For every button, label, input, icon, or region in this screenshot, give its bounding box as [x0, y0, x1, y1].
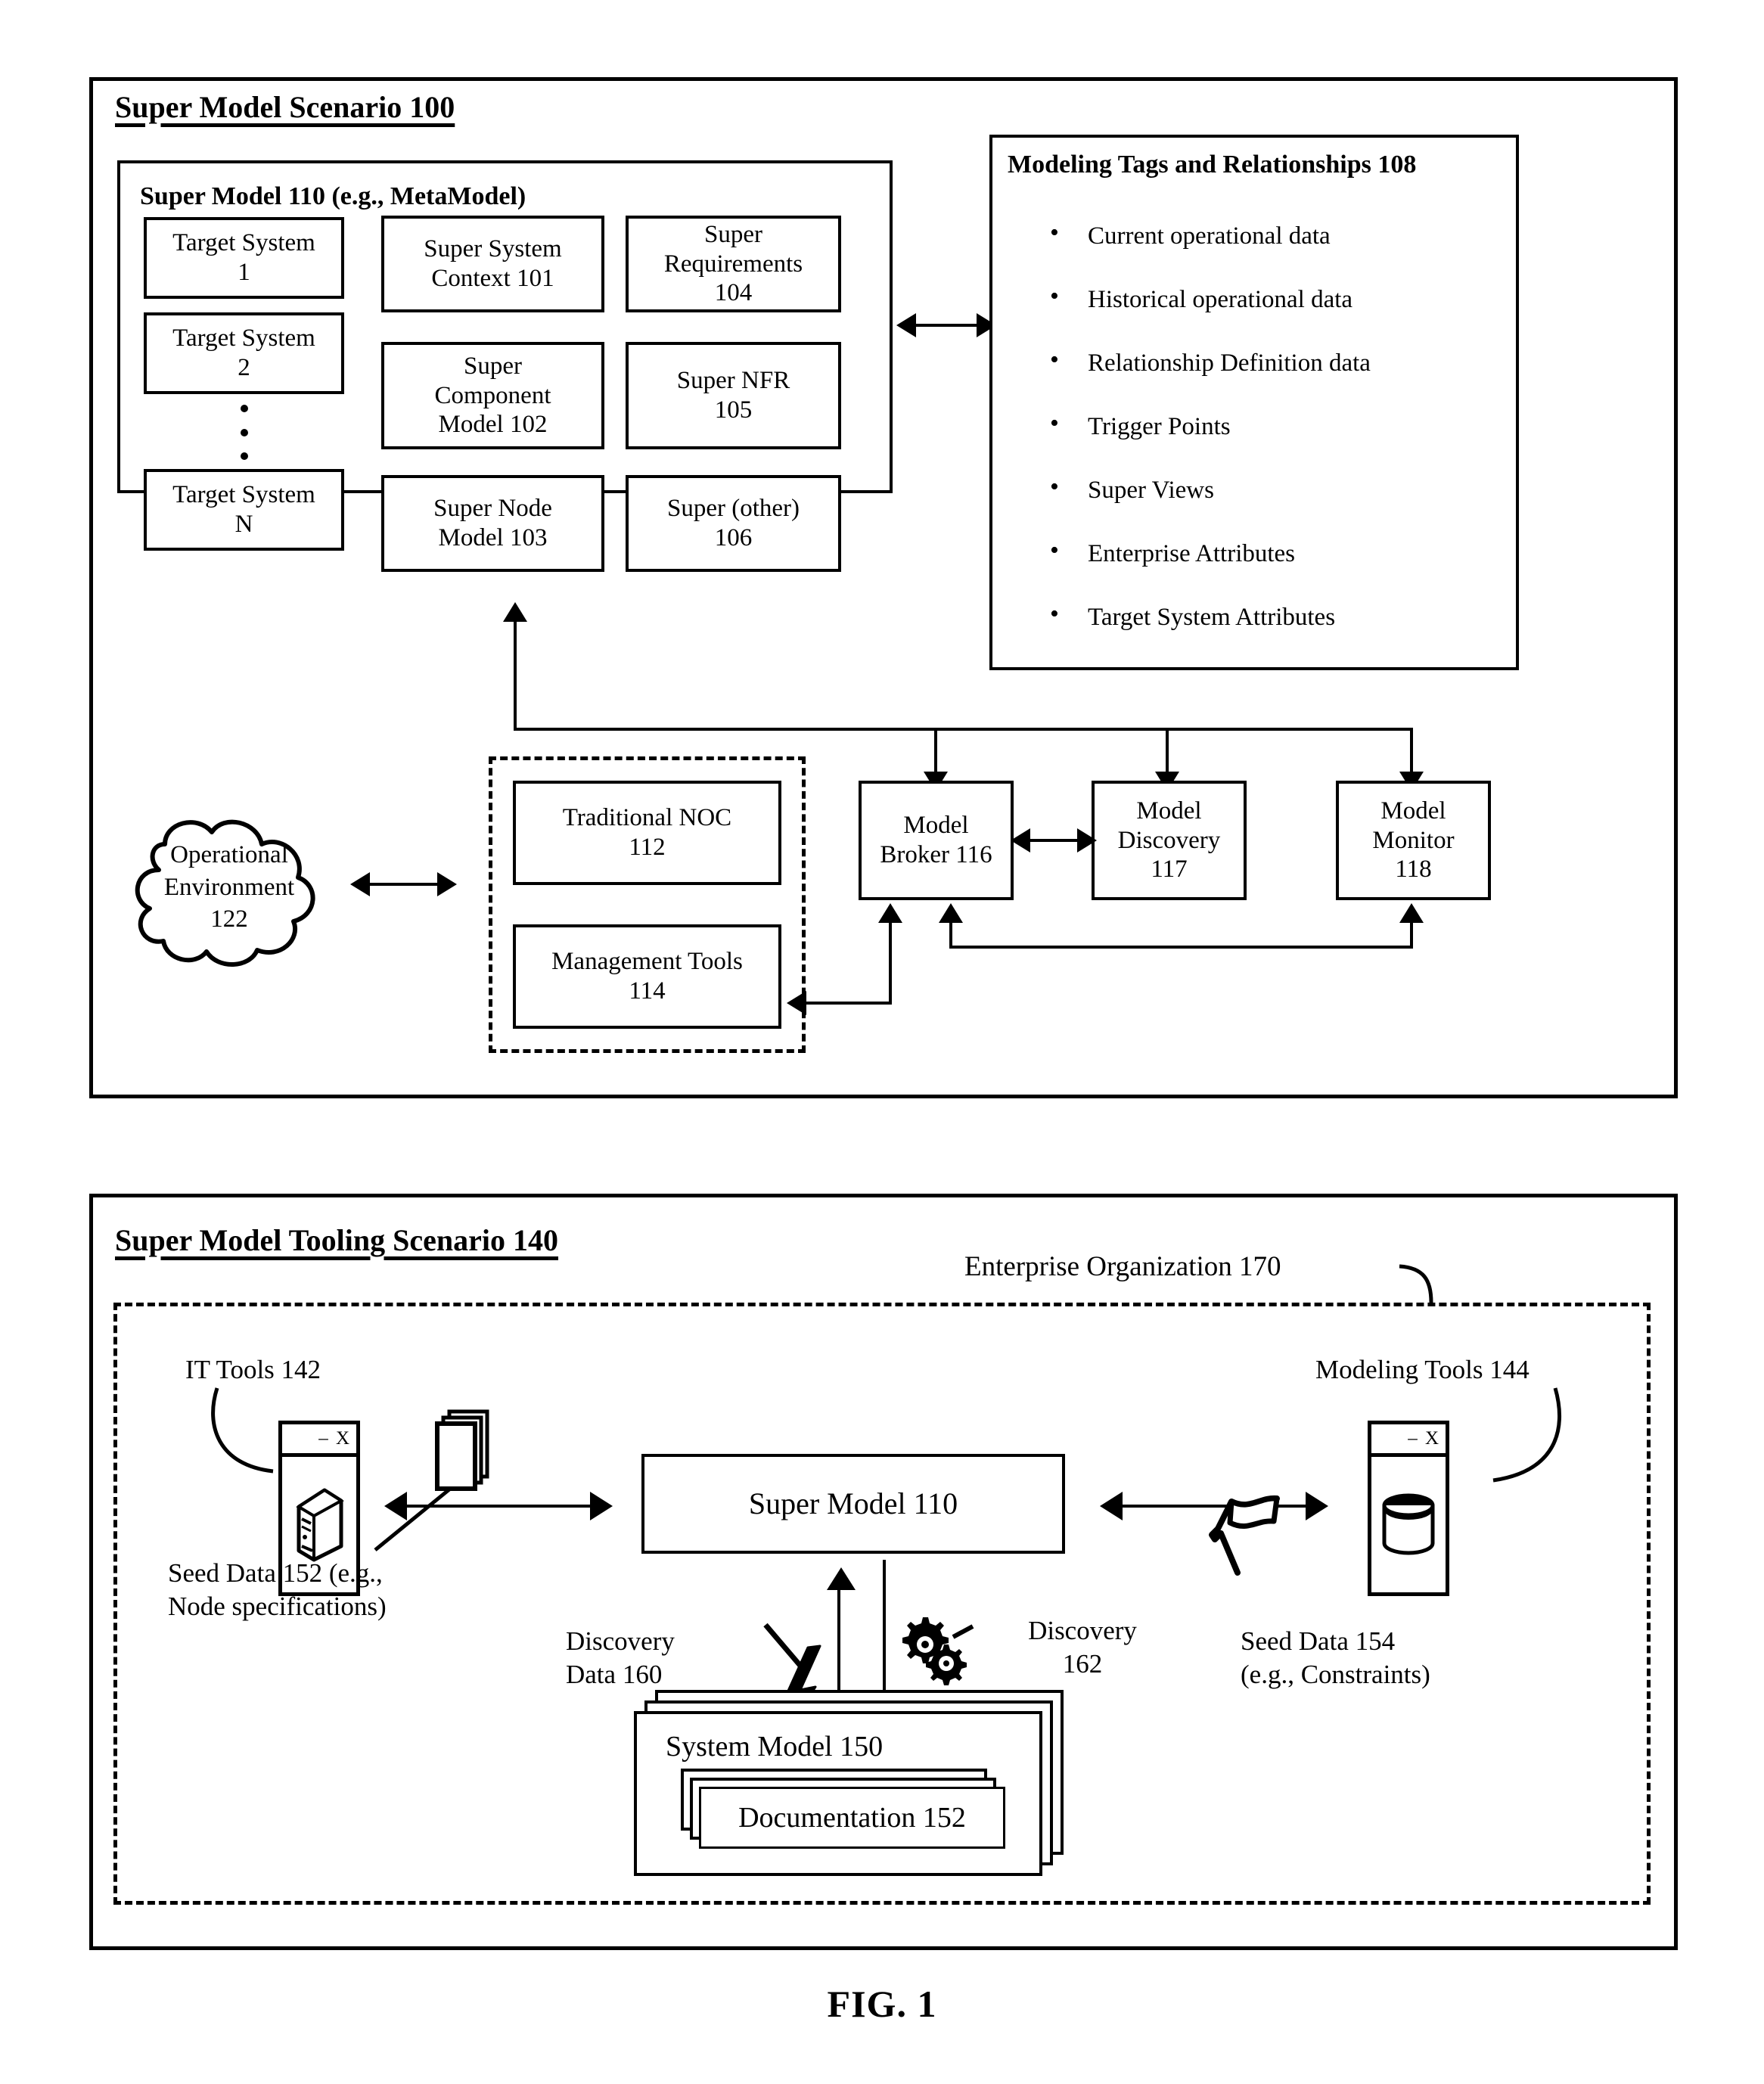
supermodel-modelingtools-arrow-left: [1100, 1492, 1123, 1520]
monitor-feedback-bus: [949, 946, 1413, 949]
super-system-context-101-box: Super System Context 101: [381, 216, 604, 312]
model-discovery-117-box: Model Discovery 117: [1092, 781, 1247, 900]
service-bus-horizontal: [514, 728, 1413, 731]
broker-to-mgmt-bus: [804, 1002, 890, 1005]
modeling-tools-144-label: Modeling Tools 144: [1315, 1355, 1530, 1384]
broker-to-mgmt-riser: [889, 921, 892, 1005]
operational-environment-label: Operational Environment 122: [163, 840, 295, 933]
supermodel-tags-arrow-left: [896, 313, 916, 337]
cloud-tools-arrow-left: [350, 872, 370, 896]
it-tools-window-controls: – X: [282, 1424, 356, 1457]
modeling-tools-window-controls: – X: [1371, 1424, 1446, 1457]
flag-icon: [1209, 1495, 1280, 1576]
super-component-model-102-box: Super Component Model 102: [381, 342, 604, 449]
discovery-162-label: Discovery 162: [1028, 1616, 1137, 1679]
modeling-tag-item: Current operational data: [1044, 220, 1505, 249]
super-model-110-title: Super Model 110 (e.g., MetaModel): [140, 182, 526, 210]
system-model-to-supermodel-arrow: [827, 1567, 856, 1590]
super-requirements-104-box: Super Requirements 104: [626, 216, 841, 312]
model-broker-116-box: Model Broker 116: [859, 781, 1014, 900]
super-nfr-105-box: Super NFR 105: [626, 342, 841, 449]
enterprise-organization-leader-line: [1399, 1264, 1433, 1303]
modeling-tags-title: Modeling Tags and Relationships 108: [1008, 151, 1417, 179]
modeling-tag-item: Relationship Definition data: [1044, 347, 1505, 376]
gears-icon: [902, 1617, 974, 1685]
modeling-tools-leader-line: [1492, 1387, 1561, 1483]
seed-data-154-label: Seed Data 154 (e.g., Constraints): [1241, 1626, 1430, 1689]
modeling-tag-item: Enterprise Attributes: [1044, 538, 1505, 567]
broker-discovery-arrow-left: [1011, 828, 1030, 853]
target-system-1-box: Target System 1: [144, 217, 344, 299]
super-model-110-box: Super Model 110: [641, 1454, 1065, 1554]
modeling-tag-item: Trigger Points: [1044, 411, 1505, 439]
broker-to-mgmt-arrow-left: [787, 991, 806, 1015]
supermodel-tags-connector: [910, 324, 983, 327]
broker-discovery-arrow-right: [1077, 828, 1097, 853]
modeling-tag-item: Historical operational data: [1044, 284, 1505, 312]
broker-feedback-arrow-up: [939, 903, 963, 923]
model-monitor-118-box: Model Monitor 118: [1336, 781, 1491, 900]
figure-caption: FIG. 1: [827, 1983, 937, 2025]
modeling-tools-window-icon: – X: [1368, 1421, 1449, 1596]
scenario-140-title: Super Model Tooling Scenario 140: [115, 1223, 559, 1257]
bus-riser-to-supermodel: [514, 620, 517, 730]
monitor-feedback-up-right: [1410, 921, 1413, 949]
database-cylinder-icon: [1371, 1457, 1446, 1592]
bus-riser-arrow-up: [503, 602, 527, 622]
monitor-feedback-arrow-up: [1399, 903, 1424, 923]
bus-drop-discovery: [1166, 728, 1169, 775]
traditional-noc-112-box: Traditional NOC 112: [513, 781, 781, 885]
bus-drop-broker: [934, 728, 937, 775]
modeling-tag-item: Super Views: [1044, 474, 1505, 503]
cloud-tools-connector: [364, 883, 443, 886]
documentation-152-box: Documentation 152: [699, 1787, 1005, 1849]
management-tools-114-box: Management Tools 114: [513, 924, 781, 1029]
super-other-106-box: Super (other) 106: [626, 475, 841, 572]
super-node-model-103-box: Super Node Model 103: [381, 475, 604, 572]
broker-discovery-connector: [1023, 839, 1083, 842]
seed-data-152-label: Seed Data 152 (e.g., Node specifications…: [168, 1558, 387, 1621]
supermodel-modelingtools-arrow-right: [1306, 1492, 1328, 1520]
bus-drop-monitor: [1410, 728, 1413, 775]
it-tools-142-label: IT Tools 142: [185, 1355, 321, 1384]
modeling-tags-list: Current operational data Historical oper…: [1044, 220, 1505, 630]
scenario-100-title: Super Model Scenario 100: [115, 90, 455, 124]
broker-to-mgmt-arrow-up: [878, 903, 902, 923]
monitor-feedback-up-left: [949, 921, 952, 949]
seed-data-152-leader-line: [374, 1488, 451, 1551]
modeling-tag-item: Target System Attributes: [1044, 601, 1505, 630]
cloud-tools-arrow-right: [437, 872, 457, 896]
discovery-data-160-label: Discovery Data 160: [566, 1626, 675, 1689]
it-tools-leader-line: [211, 1387, 274, 1474]
system-model-150-label: System Model 150: [666, 1731, 884, 1763]
vertical-ellipsis-icon: [241, 405, 248, 460]
target-system-2-box: Target System 2: [144, 312, 344, 394]
target-system-n-box: Target System N: [144, 469, 344, 551]
it-tools-supermodel-arrow-right: [590, 1492, 613, 1520]
enterprise-organization-label: Enterprise Organization 170: [964, 1251, 1281, 1282]
